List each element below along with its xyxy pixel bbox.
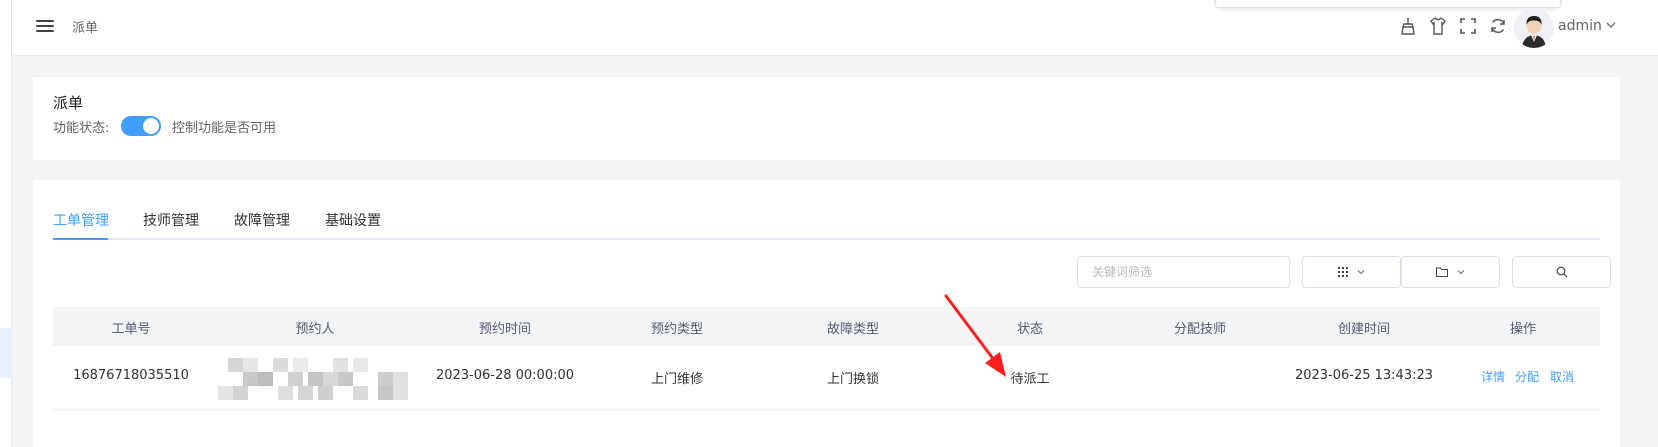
booking-type-cell: 上门维修: [650, 372, 703, 387]
column-header: 预约类型: [650, 322, 703, 337]
tab-technicians[interactable]: 技师管理: [143, 210, 199, 240]
feature-title: 派单: [53, 94, 84, 112]
export-button[interactable]: [1401, 256, 1500, 288]
column-header: 操作: [1509, 322, 1536, 337]
column-header: 预约时间: [478, 322, 531, 337]
chevron-down-icon: [1456, 267, 1466, 277]
detail-link[interactable]: 详情: [1481, 368, 1505, 385]
feature-card: 派单 功能状态: 控制功能是否可用: [33, 77, 1620, 160]
chevron-down-icon: [1356, 267, 1366, 277]
column-header: 工单号: [111, 322, 151, 337]
tab-faults[interactable]: 故障管理: [234, 210, 290, 240]
booking-time-cell: 2023-06-28 00:00:00: [435, 368, 575, 383]
created-time-cell: 2023-06-25 13:43:23: [1294, 368, 1434, 383]
keyword-filter-input[interactable]: [1077, 256, 1290, 288]
refresh-icon[interactable]: [1488, 16, 1508, 36]
status-cell: 待派工: [1010, 372, 1050, 387]
tab-work-orders[interactable]: 工单管理: [53, 210, 109, 240]
tab-basic-settings[interactable]: 基础设置: [325, 210, 381, 240]
column-header: 创建时间: [1337, 322, 1390, 337]
dropdown-panel-edge: [1215, 0, 1561, 8]
active-tab-indicator: [53, 238, 108, 240]
booker-redacted-cell: [218, 356, 408, 400]
chevron-down-icon[interactable]: [1604, 18, 1618, 32]
assign-link[interactable]: 分配: [1515, 368, 1539, 385]
search-icon: [1556, 266, 1568, 278]
sidebar-edge: [0, 0, 12, 447]
hamburger-menu-icon[interactable]: [36, 17, 54, 35]
column-header: 分配技师: [1173, 322, 1226, 337]
cancel-link[interactable]: 取消: [1550, 368, 1574, 385]
order-number-cell: 16876718035510: [73, 368, 189, 383]
feature-status-toggle[interactable]: [121, 116, 161, 136]
fullscreen-icon[interactable]: [1458, 16, 1478, 36]
shirt-icon[interactable]: [1428, 16, 1448, 36]
work-order-card: 工单管理 技师管理 故障管理 基础设置 工单号 预约人 预约时间 预约类型 故障…: [33, 180, 1620, 447]
brush-icon[interactable]: [1398, 16, 1418, 36]
sidebar-active-marker: [0, 328, 12, 378]
folder-icon: [1435, 267, 1448, 277]
feature-toggle-hint: 控制功能是否可用: [172, 121, 277, 136]
toggle-knob: [143, 118, 159, 134]
username-label[interactable]: admin: [1558, 18, 1602, 34]
search-button[interactable]: [1512, 256, 1611, 288]
tab-bar: 工单管理 技师管理 故障管理 基础设置: [53, 210, 1600, 240]
grid-icon: [1337, 267, 1348, 277]
column-header: 故障类型: [826, 322, 879, 337]
column-settings-button[interactable]: [1302, 256, 1401, 288]
feature-status-label: 功能状态:: [53, 121, 110, 136]
column-header: 状态: [1016, 322, 1043, 337]
breadcrumb: 派单: [72, 21, 99, 36]
table-header: 工单号 预约人 预约时间 预约类型 故障类型 状态 分配技师 创建时间 操作: [53, 307, 1600, 346]
top-header: 派单 admin: [12, 0, 1658, 56]
fault-type-cell: 上门换锁: [826, 372, 879, 387]
column-header: 预约人: [295, 322, 335, 337]
user-avatar[interactable]: [1514, 8, 1554, 48]
table-row: 16876718035510 2023-06-28 00:00:00 上门维修 …: [53, 346, 1600, 410]
